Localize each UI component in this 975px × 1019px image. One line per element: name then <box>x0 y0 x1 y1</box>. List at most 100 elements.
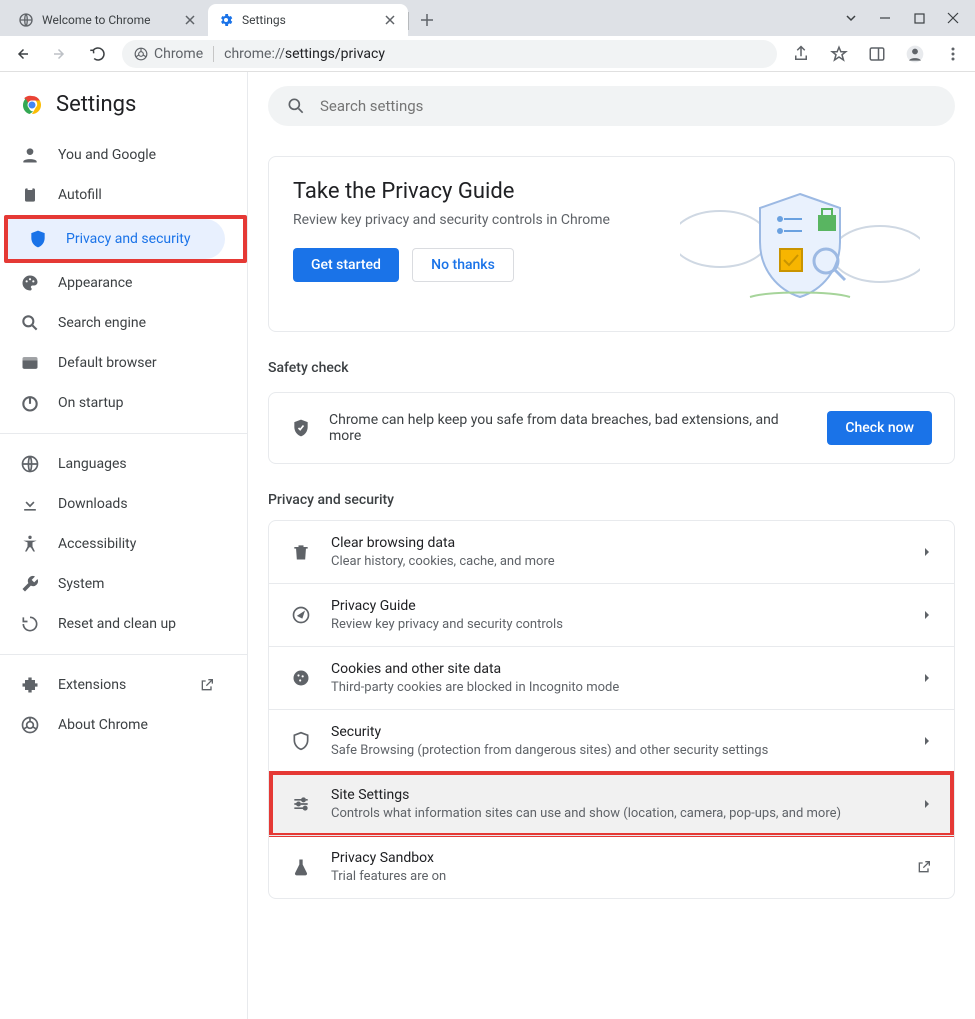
extensions-icon <box>20 675 40 695</box>
sidebar-item-label: System <box>58 576 104 592</box>
address-bar[interactable]: Chrome chrome://settings/privacy <box>122 40 777 68</box>
row-site-settings[interactable]: Site SettingsControls what information s… <box>269 772 954 835</box>
privacy-guide-card: Take the Privacy Guide Review key privac… <box>268 156 955 332</box>
highlight-privacy-security: Privacy and security <box>4 215 247 263</box>
chevron-right-icon <box>922 547 932 557</box>
close-icon[interactable] <box>382 12 398 28</box>
check-now-button[interactable]: Check now <box>827 411 932 445</box>
reload-button[interactable] <box>84 40 112 68</box>
sidebar-item-label: Default browser <box>58 355 157 371</box>
person-icon <box>20 145 40 165</box>
row-privacy-guide[interactable]: Privacy GuideReview key privacy and secu… <box>269 583 954 646</box>
sidebar-item-system[interactable]: System <box>0 564 235 604</box>
tab-title: Settings <box>242 13 286 27</box>
power-icon <box>20 393 40 413</box>
trash-icon <box>291 542 311 562</box>
bookmark-icon[interactable] <box>825 40 853 68</box>
sidebar-separator <box>0 433 247 434</box>
search-input[interactable] <box>320 97 937 115</box>
chevron-right-icon <box>922 610 932 620</box>
privacy-list: Clear browsing dataClear history, cookie… <box>268 520 955 899</box>
tabstrip: Welcome to Chrome Settings <box>0 0 835 36</box>
sidebar-item-label: You and Google <box>58 147 156 163</box>
shield-icon <box>28 229 48 249</box>
sidebar-item-label: Downloads <box>58 496 128 512</box>
wrench-icon <box>20 574 40 594</box>
shield-check-icon <box>291 418 311 438</box>
window-controls <box>835 12 975 36</box>
external-link-icon <box>199 677 215 693</box>
privacy-guide-subtitle: Review key privacy and security controls… <box>293 212 650 228</box>
chevron-right-icon <box>922 799 932 809</box>
get-started-button[interactable]: Get started <box>293 248 399 282</box>
profile-icon[interactable] <box>901 40 929 68</box>
sidebar-item-default-browser[interactable]: Default browser <box>0 343 235 383</box>
globe-icon <box>20 454 40 474</box>
sidebar-item-accessibility[interactable]: Accessibility <box>0 524 235 564</box>
new-tab-button[interactable] <box>413 6 441 34</box>
safety-check-heading: Safety check <box>268 360 955 376</box>
tune-icon <box>291 794 311 814</box>
sidebar-item-label: Appearance <box>58 275 132 291</box>
minimize-icon[interactable] <box>877 12 893 24</box>
row-security[interactable]: SecuritySafe Browsing (protection from d… <box>269 709 954 772</box>
chrome-label: Chrome <box>154 46 203 62</box>
maximize-icon[interactable] <box>911 12 927 24</box>
shield-icon <box>291 731 311 751</box>
search-wrap <box>268 72 955 140</box>
toolbar: Chrome chrome://settings/privacy <box>0 36 975 72</box>
sidebar-item-about[interactable]: About Chrome <box>0 705 235 745</box>
forward-button[interactable] <box>46 40 74 68</box>
globe-icon <box>18 12 34 28</box>
privacy-guide-illustration <box>670 179 930 309</box>
sidebar-item-reset[interactable]: Reset and clean up <box>0 604 235 644</box>
sidebar-item-label: Privacy and security <box>66 231 190 247</box>
sidebar-item-downloads[interactable]: Downloads <box>0 484 235 524</box>
sidebar-item-label: Extensions <box>58 677 126 693</box>
gear-icon <box>218 12 234 28</box>
sidebar-item-privacy-security[interactable]: Privacy and security <box>8 219 225 259</box>
compass-icon <box>291 605 311 625</box>
sidebar-item-label: Autofill <box>58 187 102 203</box>
chrome-chip: Chrome <box>134 46 214 62</box>
url-text: chrome://settings/privacy <box>224 46 385 62</box>
menu-icon[interactable] <box>939 40 967 68</box>
sidebar-separator <box>0 654 247 655</box>
restore-icon <box>20 614 40 634</box>
safety-check-card: Chrome can help keep you safe from data … <box>268 392 955 464</box>
sidebar-item-appearance[interactable]: Appearance <box>0 263 235 303</box>
tab-welcome[interactable]: Welcome to Chrome <box>8 4 208 36</box>
back-button[interactable] <box>8 40 36 68</box>
sidebar-item-label: Languages <box>58 456 127 472</box>
close-window-icon[interactable] <box>945 12 961 24</box>
sidebar-header: Settings <box>0 86 247 135</box>
share-icon[interactable] <box>787 40 815 68</box>
sidepanel-icon[interactable] <box>863 40 891 68</box>
sidebar-item-languages[interactable]: Languages <box>0 444 235 484</box>
sidebar-item-extensions[interactable]: Extensions <box>0 665 235 705</box>
privacy-guide-title: Take the Privacy Guide <box>293 179 650 204</box>
chevron-right-icon <box>922 673 932 683</box>
sidebar-item-search-engine[interactable]: Search engine <box>0 303 235 343</box>
main: Take the Privacy Guide Review key privac… <box>248 72 975 1019</box>
palette-icon <box>20 273 40 293</box>
sidebar-item-autofill[interactable]: Autofill <box>0 175 235 215</box>
no-thanks-button[interactable]: No thanks <box>412 248 514 282</box>
tab-separator <box>408 12 409 30</box>
titlebar: Welcome to Chrome Settings <box>0 0 975 36</box>
search-settings[interactable] <box>268 86 955 126</box>
sidebar-item-on-startup[interactable]: On startup <box>0 383 235 423</box>
close-icon[interactable] <box>182 12 198 28</box>
external-link-icon <box>916 859 932 875</box>
row-cookies[interactable]: Cookies and other site dataThird-party c… <box>269 646 954 709</box>
search-icon <box>286 96 306 116</box>
sidebar-item-label: Accessibility <box>58 536 136 552</box>
row-privacy-sandbox[interactable]: Privacy SandboxTrial features are on <box>269 835 954 898</box>
chrome-logo-icon <box>20 93 44 117</box>
chevron-down-icon[interactable] <box>843 12 859 24</box>
flask-icon <box>291 857 311 877</box>
row-clear-browsing-data[interactable]: Clear browsing dataClear history, cookie… <box>269 521 954 583</box>
cookie-icon <box>291 668 311 688</box>
sidebar-item-you-and-google[interactable]: You and Google <box>0 135 235 175</box>
tab-settings[interactable]: Settings <box>208 4 408 36</box>
